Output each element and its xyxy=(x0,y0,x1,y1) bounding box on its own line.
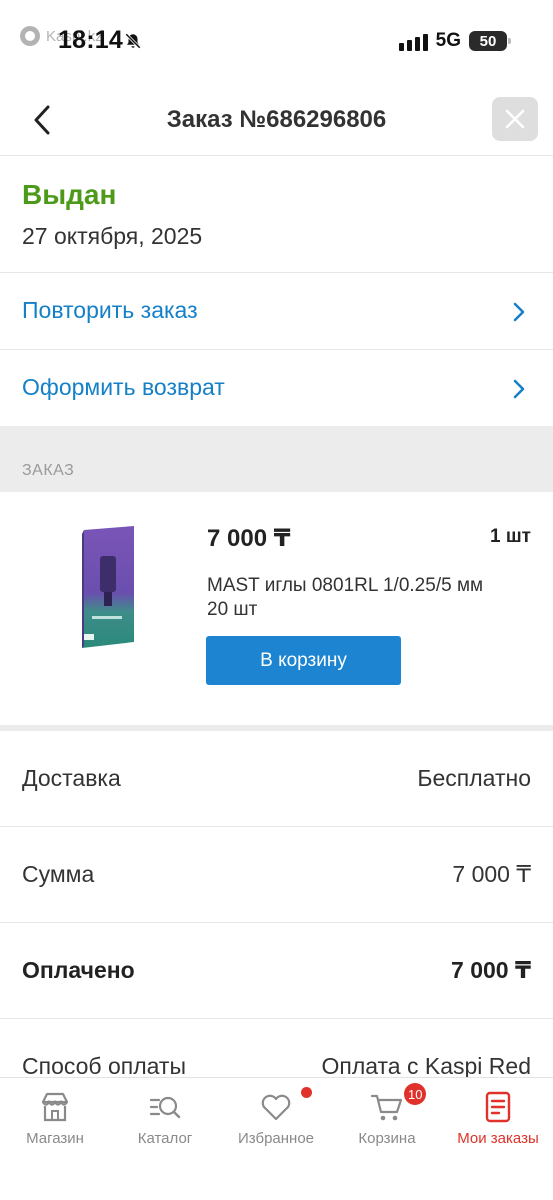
orders-icon xyxy=(485,1091,511,1123)
product-quantity: 1 шт xyxy=(490,526,531,547)
delivery-value: Бесплатно xyxy=(417,765,531,791)
order-status-block: Выдан 27 октября, 2025 xyxy=(0,157,553,273)
close-button[interactable] xyxy=(492,97,538,141)
sum-value: 7 000 ₸ xyxy=(452,861,531,887)
nav-catalog[interactable]: Каталог xyxy=(110,1078,220,1158)
signal-icon xyxy=(398,31,428,51)
payment-method-value: Оплата с Kaspi Red xyxy=(321,1053,531,1079)
add-to-cart-button[interactable]: В корзину xyxy=(206,636,401,685)
repeat-order-label: Повторить заказ xyxy=(22,297,198,323)
product-price: 7 000 ₸ xyxy=(207,525,291,552)
battery-level: 50 xyxy=(479,32,497,50)
chevron-right-icon xyxy=(513,302,525,322)
order-status-date: 27 октября, 2025 xyxy=(22,223,203,249)
order-status-label: Выдан xyxy=(22,179,117,210)
nav-store-label: Магазин xyxy=(26,1130,84,1147)
cart-icon xyxy=(370,1094,403,1121)
delivery-label: Доставка xyxy=(22,765,121,791)
catalog-search-icon xyxy=(149,1096,181,1119)
cart-badge: 10 xyxy=(404,1083,427,1105)
product-name[interactable]: MAST иглы 0801RL 1/0.25/5 мм 20 шт xyxy=(207,574,507,622)
close-icon xyxy=(505,109,525,129)
bell-muted-icon xyxy=(125,33,141,49)
delivery-row: Доставка Бесплатно xyxy=(0,731,553,827)
chevron-right-icon xyxy=(513,379,525,399)
order-section-header: ЗАКАЗ xyxy=(0,426,553,492)
nav-favorites[interactable]: Избранное xyxy=(221,1078,331,1158)
page-title: Заказ №686296806 xyxy=(166,106,387,133)
store-icon xyxy=(41,1092,69,1122)
payment-method-label: Способ оплаты xyxy=(22,1053,186,1079)
nav-my-orders-label: Мои заказы xyxy=(457,1130,539,1147)
paid-row: Оплачено 7 000 ₸ xyxy=(0,923,553,1019)
return-order-label: Оформить возврат xyxy=(22,374,225,400)
nav-cart[interactable]: 10 Корзина xyxy=(332,1078,442,1158)
nav-favorites-label: Избранное xyxy=(237,1130,315,1147)
battery-icon: 50 xyxy=(469,31,511,51)
paid-label: Оплачено xyxy=(22,957,135,983)
heart-icon xyxy=(261,1094,291,1121)
return-order-row[interactable]: Оформить возврат xyxy=(0,350,553,427)
kaspi-logo-icon xyxy=(20,26,40,46)
page-header: Заказ №686296806 xyxy=(0,84,553,156)
order-product-card: 7 000 ₸ 1 шт MAST иглы 0801RL 1/0.25/5 м… xyxy=(0,492,553,726)
section-label: ЗАКАЗ xyxy=(22,462,75,479)
status-bar: Kaspi.kz 18:14 5G 50 xyxy=(0,0,553,84)
paid-value: 7 000 ₸ xyxy=(451,957,531,983)
nav-store[interactable]: Магазин xyxy=(0,1078,110,1158)
sum-label: Сумма xyxy=(22,861,95,887)
favorites-indicator-dot xyxy=(301,1087,312,1098)
network-type: 5G xyxy=(435,30,461,51)
clock: 18:14 xyxy=(58,26,123,54)
nav-cart-label: Корзина xyxy=(358,1130,416,1147)
repeat-order-row[interactable]: Повторить заказ xyxy=(0,273,553,350)
nav-my-orders[interactable]: Мои заказы xyxy=(443,1078,553,1158)
sum-row: Сумма 7 000 ₸ xyxy=(0,827,553,923)
bottom-navigation: Магазин Каталог Избранное 10 Корзина Мои… xyxy=(0,1077,553,1200)
nav-catalog-label: Каталог xyxy=(137,1130,193,1147)
product-image[interactable] xyxy=(78,526,138,648)
